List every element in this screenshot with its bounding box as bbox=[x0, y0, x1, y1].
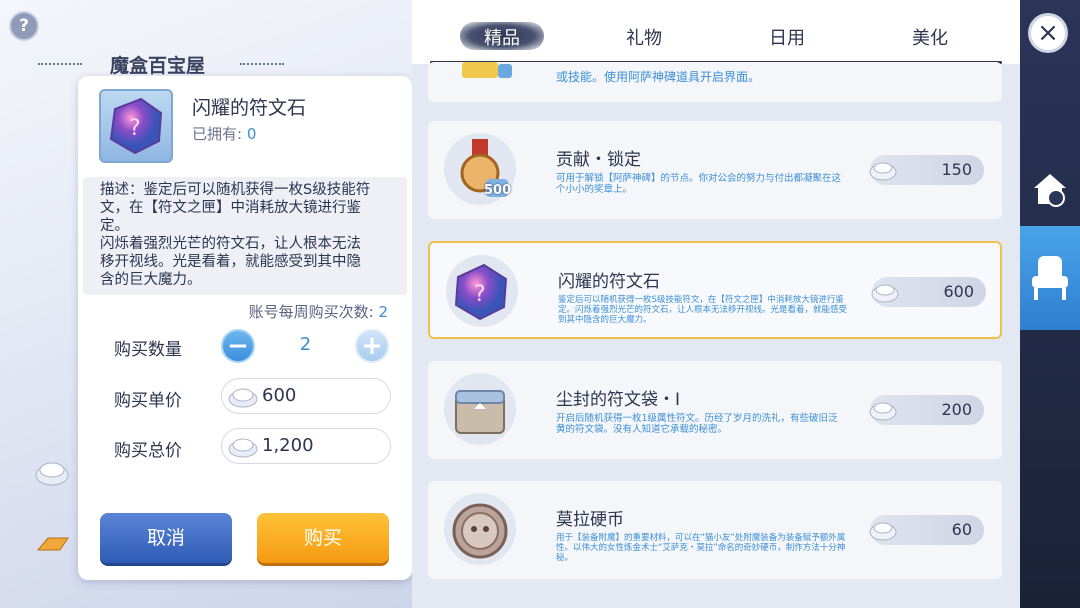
zeny-coin-icon bbox=[869, 522, 897, 541]
item-icon-frame: ? bbox=[99, 89, 173, 163]
buy-button[interactable]: 购买 bbox=[257, 513, 389, 563]
mora-coin-icon bbox=[444, 493, 516, 565]
owned-count: 已拥有: 0 bbox=[192, 125, 257, 143]
svg-text:?: ? bbox=[129, 116, 141, 141]
item-description: 开启后随机获得一枚1级属性符文。历经了岁月的洗礼，有些破旧泛黄的符文袋。没有人知… bbox=[556, 413, 838, 435]
total-price-label: 购买总价 bbox=[114, 441, 182, 461]
price-pill: 600 bbox=[871, 277, 986, 307]
rune-stone-icon: ? bbox=[446, 255, 518, 327]
medal-badge: 500 bbox=[484, 183, 512, 198]
plus-button[interactable]: + bbox=[355, 329, 389, 363]
description-line: 描述：鉴定后可以随机获得一枚S级技能符 bbox=[100, 182, 371, 198]
svg-text:?: ? bbox=[474, 282, 486, 307]
item-price: 60 bbox=[951, 520, 972, 539]
minus-icon: − bbox=[227, 331, 249, 361]
zeny-coin-icon bbox=[869, 162, 897, 181]
help-button[interactable]: ? bbox=[9, 11, 39, 41]
zeny-coin-icon bbox=[35, 462, 69, 486]
tab-gifts[interactable]: 礼物 bbox=[614, 24, 674, 50]
price-pill: 150 bbox=[869, 155, 984, 185]
zeny-coin-icon bbox=[871, 284, 899, 303]
description-line: 定。 bbox=[100, 218, 129, 234]
description-line: 含的巨大魔力。 bbox=[100, 272, 202, 288]
description-line: 闪烁着强烈光芒的符文石，让人根本无法 bbox=[100, 236, 361, 252]
purchase-dialog: ? 闪耀的符文石 已拥有: 0 描述：鉴定后可以随机获得一枚S级技能符 文，在【… bbox=[78, 76, 412, 580]
cancel-button[interactable]: 取消 bbox=[100, 513, 232, 563]
zeny-coin-icon bbox=[228, 388, 258, 408]
shop-item-card-selected[interactable]: ? 闪耀的符文石 鉴定后可以随机获得一枚S级技能符文，在【符文之匣】中消耗放大镜… bbox=[428, 241, 1002, 339]
price-pill: 60 bbox=[869, 515, 984, 545]
zeny-coin-icon bbox=[869, 402, 897, 421]
shop-item-card[interactable]: 500 贡献・锁定 可用于解锁【阿萨神碑】的节点。你对公会的努力与付出都凝聚在这… bbox=[428, 121, 1002, 219]
total-price-field: 1,200 bbox=[221, 428, 391, 464]
qty-label: 购买数量 bbox=[114, 340, 182, 360]
item-name: 莫拉硬币 bbox=[556, 510, 624, 530]
title-divider-right bbox=[240, 63, 284, 65]
title-divider-left bbox=[38, 63, 82, 65]
shop-item-card[interactable]: 尘封的符文袋・Ⅰ 开启后随机获得一枚1级属性符文。历经了岁月的洗礼，有些破旧泛黄… bbox=[428, 361, 1002, 459]
item-description: 鉴定后可以随机获得一枚S级技能符文，在【符文之匣】中消耗放大镜进行鉴定。闪烁着强… bbox=[558, 295, 848, 325]
item-name: 贡献・锁定 bbox=[556, 150, 641, 170]
furniture-tab[interactable] bbox=[1020, 226, 1080, 330]
item-name: 闪耀的符文石 bbox=[558, 272, 660, 292]
plus-icon: + bbox=[361, 331, 383, 361]
description-line: 移开视线。光是看着，就能感受到其中隐 bbox=[100, 254, 361, 270]
item-description: 可用于解锁【阿萨神碑】的节点。你对公会的努力与付出都凝聚在这个小小的奖章上。 bbox=[556, 173, 842, 195]
zeny-coin-icon bbox=[228, 438, 258, 458]
shop-item-card[interactable]: 莫拉硬币 用于【装备附魔】的重要材料，可以在“猫小友”处附魔装备为装备赋予额外属… bbox=[428, 481, 1002, 579]
gold-bar-icon bbox=[36, 537, 69, 551]
item-name: 闪耀的符文石 bbox=[192, 97, 307, 119]
item-description: 描述：鉴定后可以随机获得一枚S级技能符 文，在【符文之匣】中消耗放大镜进行鉴 定… bbox=[83, 177, 407, 295]
shop-item-card[interactable]: 或技能。使用阿萨神碑道具开启界面。 bbox=[428, 62, 1002, 102]
item-description: 用于【装备附魔】的重要材料，可以在“猫小友”处附魔装备为装备赋予额外属性。以伟大… bbox=[556, 533, 846, 563]
tab-beauty[interactable]: 美化 bbox=[900, 24, 960, 50]
minus-button[interactable]: − bbox=[221, 329, 255, 363]
description-line: 文，在【符文之匣】中消耗放大镜进行鉴 bbox=[100, 200, 361, 216]
close-button[interactable]: × bbox=[1028, 13, 1068, 53]
rune-bag-icon bbox=[444, 373, 516, 445]
unit-price-value: 600 bbox=[262, 385, 297, 406]
chair-icon bbox=[1032, 256, 1068, 300]
item-price: 150 bbox=[941, 160, 972, 179]
home-icon[interactable] bbox=[1030, 170, 1070, 210]
unit-price-label: 购买单价 bbox=[114, 391, 182, 411]
shop-title: 魔盒百宝屋 bbox=[110, 55, 206, 77]
qty-value: 2 bbox=[299, 334, 312, 355]
rune-stone-icon: ? bbox=[109, 97, 163, 155]
item-icon bbox=[462, 62, 512, 78]
tab-premium[interactable]: 精品 bbox=[472, 24, 532, 50]
weekly-limit: 账号每周购买次数: 2 bbox=[248, 303, 388, 321]
total-price-value: 1,200 bbox=[262, 435, 314, 456]
item-description: 或技能。使用阿萨神碑道具开启界面。 bbox=[556, 70, 761, 84]
item-price: 600 bbox=[943, 282, 974, 301]
item-price: 200 bbox=[941, 400, 972, 419]
item-name: 尘封的符文袋・Ⅰ bbox=[556, 390, 681, 410]
tab-daily[interactable]: 日用 bbox=[757, 24, 817, 50]
unit-price-field: 600 bbox=[221, 378, 391, 414]
close-icon: × bbox=[1037, 18, 1059, 48]
price-pill: 200 bbox=[869, 395, 984, 425]
